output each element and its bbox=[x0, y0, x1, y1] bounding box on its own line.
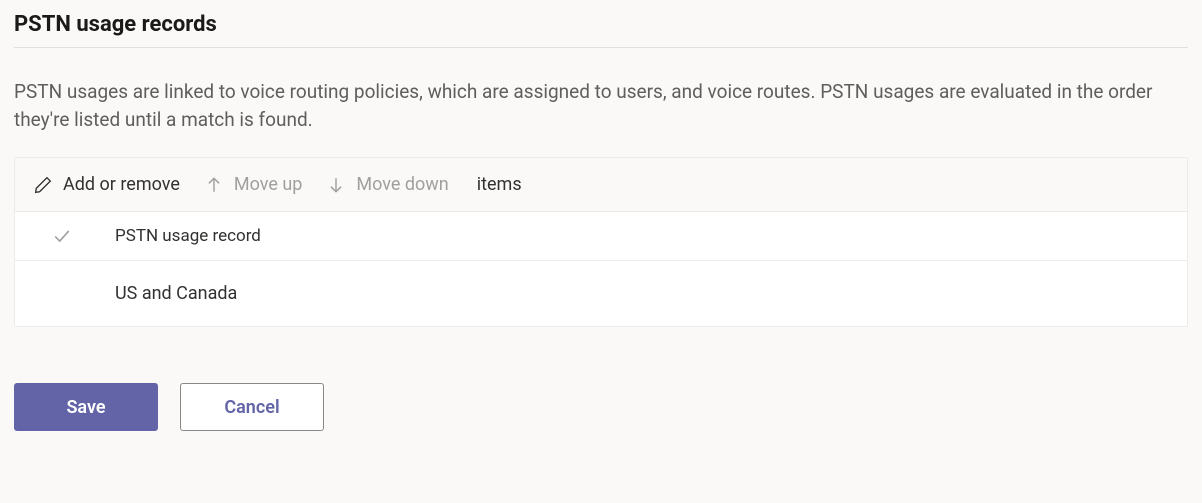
cancel-button[interactable]: Cancel bbox=[180, 383, 324, 431]
table-header: PSTN usage record bbox=[15, 212, 1187, 261]
items-placeholder: items bbox=[477, 174, 522, 195]
page-description: PSTN usages are linked to voice routing … bbox=[14, 78, 1174, 133]
add-or-remove-button[interactable]: Add or remove bbox=[33, 174, 180, 195]
arrow-down-icon bbox=[326, 175, 346, 195]
pencil-icon bbox=[33, 175, 53, 195]
table-row[interactable]: US and Canada bbox=[15, 261, 1187, 326]
save-button[interactable]: Save bbox=[14, 383, 158, 431]
move-down-button[interactable]: Move down bbox=[326, 174, 448, 195]
move-down-label: Move down bbox=[356, 174, 448, 195]
page-title: PSTN usage records bbox=[14, 12, 1188, 48]
add-or-remove-label: Add or remove bbox=[63, 174, 180, 195]
toolbar: Add or remove Move up Move down items bbox=[15, 158, 1187, 212]
records-panel: Add or remove Move up Move down items bbox=[14, 157, 1188, 327]
move-up-label: Move up bbox=[234, 174, 303, 195]
column-header-name[interactable]: PSTN usage record bbox=[115, 226, 1169, 246]
move-up-button[interactable]: Move up bbox=[204, 174, 303, 195]
select-all-checkbox[interactable] bbox=[33, 227, 115, 245]
footer-actions: Save Cancel bbox=[14, 383, 1188, 431]
row-cell-name: US and Canada bbox=[115, 283, 1169, 304]
checkmark-icon bbox=[53, 227, 71, 245]
arrow-up-icon bbox=[204, 175, 224, 195]
